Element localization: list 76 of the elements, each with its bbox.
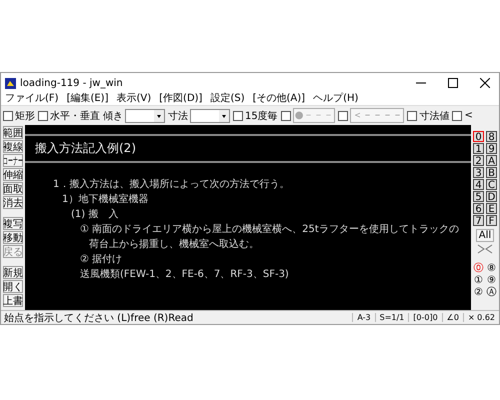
- drawing-text: 送風機類(FEW-1、2、FE-6、7、RF-3、SF-3): [79, 268, 290, 282]
- layer-button[interactable]: A: [486, 155, 497, 166]
- tool-button[interactable]: 範囲: [3, 126, 23, 139]
- layer-button[interactable]: F: [486, 215, 497, 226]
- tool-button[interactable]: 面取: [3, 182, 23, 195]
- status-field: × 0.62: [462, 313, 499, 322]
- status-field: ∠0: [442, 313, 463, 322]
- group-button[interactable]: ⓪: [473, 262, 484, 273]
- drawing-text: 1）地下機械室機器: [61, 192, 150, 207]
- layer-button[interactable]: 6: [473, 203, 484, 214]
- layer-button[interactable]: 5: [473, 191, 484, 202]
- tool-button[interactable]: 複線: [3, 140, 23, 153]
- layer-button[interactable]: 4: [473, 179, 484, 190]
- menu-item[interactable]: 表示(V): [116, 93, 152, 105]
- field-label: 寸法: [168, 110, 188, 122]
- dropdown-field[interactable]: [190, 108, 230, 122]
- layer-button[interactable]: 1: [473, 143, 484, 154]
- layer-button[interactable]: 9: [486, 143, 497, 154]
- checkbox[interactable]: [3, 110, 13, 120]
- layer-button[interactable]: 0: [473, 131, 484, 142]
- checkbox-label: 15度毎: [245, 110, 278, 122]
- app-icon: [5, 78, 16, 88]
- menu-item[interactable]: [その他(A)]: [252, 93, 306, 105]
- checkbox-label: 寸法値: [419, 110, 450, 122]
- checkbox-label: <: [464, 110, 473, 121]
- field-label: 傾き: [103, 110, 123, 122]
- close-icon[interactable]: [480, 78, 490, 88]
- tool-button[interactable]: 消去: [3, 196, 23, 209]
- menu-item[interactable]: [作図(D)]: [159, 93, 202, 105]
- status-field: A-3: [352, 313, 375, 322]
- status-message: 始点を指示してください (L)free (R)Read: [4, 312, 194, 324]
- checkbox-label: 矩形: [15, 110, 35, 122]
- menu-item[interactable]: [編集(E)]: [66, 93, 108, 105]
- checkbox[interactable]: [338, 110, 348, 120]
- tool-button[interactable]: ＜－－－－: [350, 108, 404, 123]
- layer-button[interactable]: E: [486, 203, 497, 214]
- group-button[interactable]: ⑨: [486, 274, 497, 285]
- group-button[interactable]: ②: [473, 286, 484, 297]
- drawing-title: 搬入方法記入例(2): [25, 134, 471, 163]
- window-title: loading-119 - jw_win: [20, 78, 124, 88]
- drawing-text: 1．搬入方法は、搬入場所によって次の方法で行う。: [52, 178, 290, 192]
- layer-button[interactable]: 7: [473, 215, 484, 226]
- status-field: [0-0]0: [408, 313, 442, 322]
- group-button[interactable]: ①: [473, 274, 484, 285]
- checkbox[interactable]: [407, 110, 418, 120]
- tool-button[interactable]: 上書: [3, 294, 23, 307]
- checkbox[interactable]: [452, 110, 462, 120]
- tool-button[interactable]: 開く: [3, 280, 23, 293]
- layer-button[interactable]: C: [486, 179, 497, 190]
- layer-button[interactable]: 3: [473, 167, 484, 178]
- checkbox[interactable]: [233, 110, 243, 120]
- checkbox-label: 水平・垂直: [50, 110, 100, 122]
- checkbox[interactable]: [38, 110, 48, 120]
- layer-button[interactable]: 8: [486, 131, 497, 142]
- drawing-text: 荷台上から揚重し、機械室へ取込む。: [88, 238, 260, 252]
- tool-button[interactable]: 伸縮: [3, 168, 23, 181]
- menu-item[interactable]: 設定(S): [210, 93, 245, 105]
- group-button[interactable]: Ⓐ: [486, 286, 497, 297]
- group-button[interactable]: ⑧: [486, 262, 497, 273]
- maximize-icon[interactable]: [448, 78, 458, 88]
- drawing-text: ① 南面のドライエリア横から屋上の機械室横へ、25tラフターを使用してトラックの: [79, 222, 460, 237]
- tool-button[interactable]: 複写: [3, 217, 23, 230]
- menu-item[interactable]: ファイル(F): [5, 93, 59, 105]
- tool-button[interactable]: 新規: [3, 266, 23, 279]
- menu-item[interactable]: ヘルプ(H): [313, 93, 358, 105]
- tool-button[interactable]: コーナー: [3, 154, 23, 167]
- tool-button[interactable]: 移動: [3, 231, 23, 244]
- cross-arrows-icon[interactable]: [475, 243, 495, 255]
- drawing-text: (1) 搬 入: [70, 208, 120, 222]
- layer-button[interactable]: 2: [473, 155, 484, 166]
- layer-button[interactable]: B: [486, 167, 497, 178]
- status-field: S=1/1: [374, 313, 408, 322]
- layer-button[interactable]: D: [486, 191, 497, 202]
- drawing-text: ② 据付け: [79, 253, 124, 267]
- all-layers-button[interactable]: All: [476, 229, 494, 242]
- dropdown-field[interactable]: [125, 108, 165, 122]
